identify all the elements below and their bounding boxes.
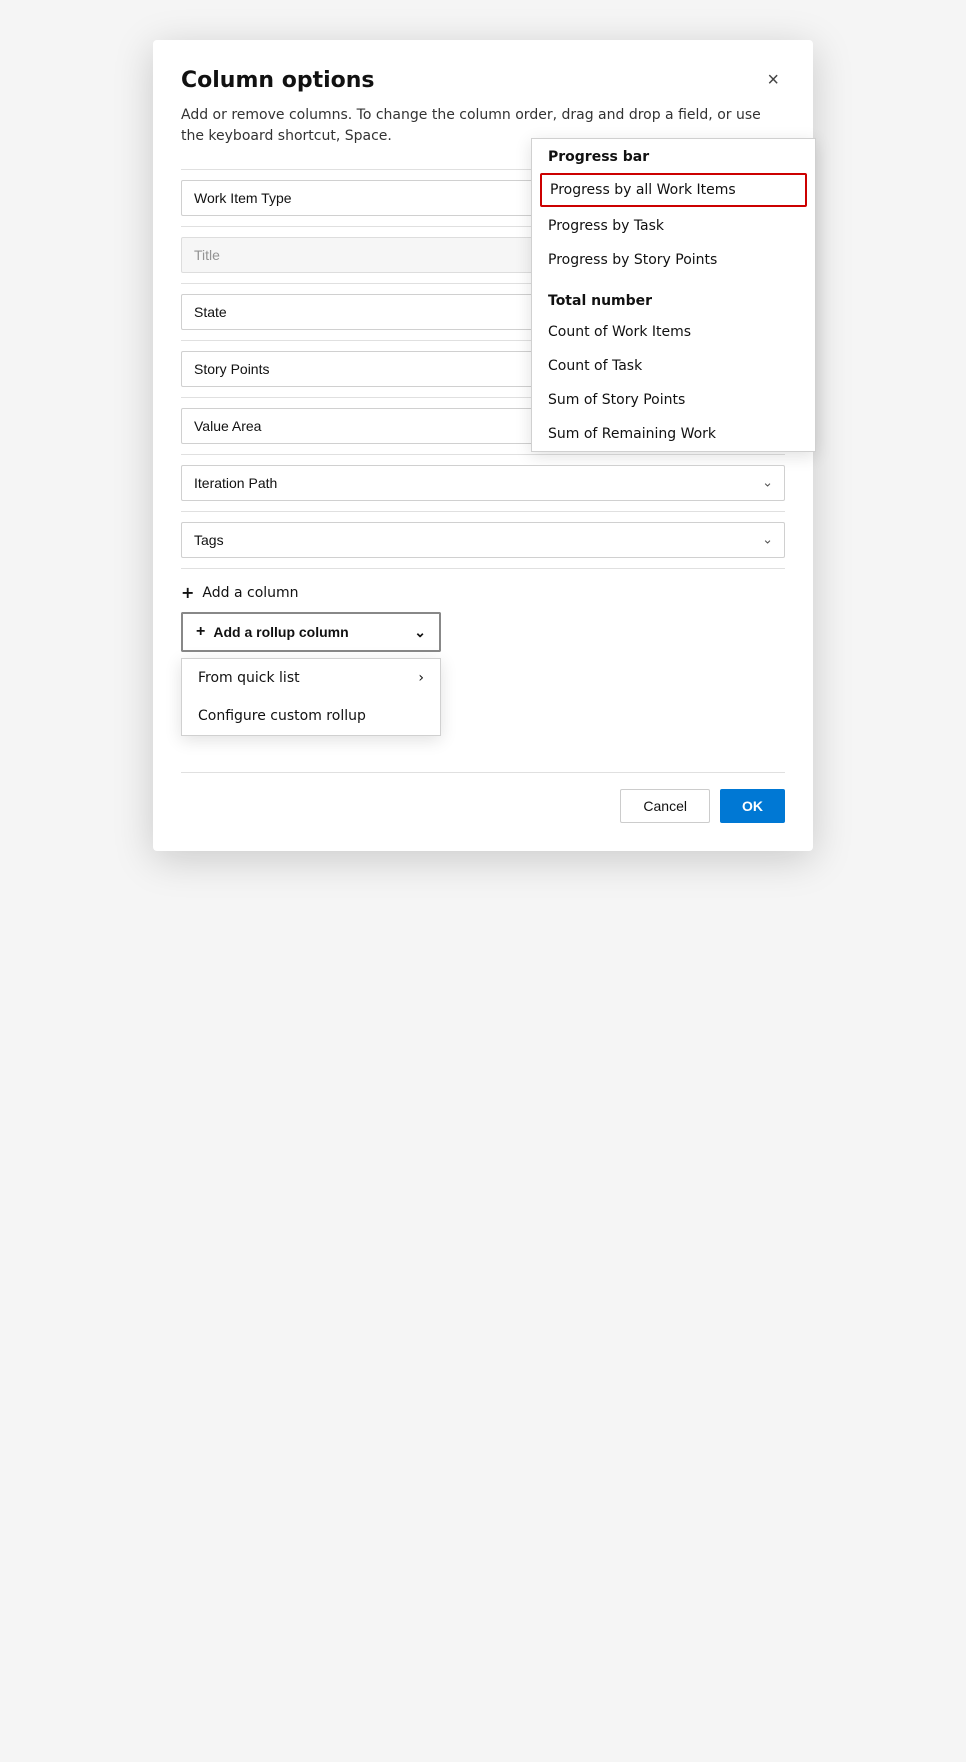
progress-bar-section-label: Progress bar — [532, 139, 815, 171]
dialog-header: Column options × — [181, 68, 785, 93]
dialog-title: Column options — [181, 68, 375, 93]
progress-by-all-work-items-option[interactable]: Progress by all Work Items — [540, 173, 807, 207]
arrow-right-icon: › — [418, 670, 424, 686]
iteration-path-select[interactable]: Iteration Path — [181, 465, 785, 501]
column-row: Tags ⌄ — [181, 512, 785, 569]
dialog-footer: Cancel OK — [181, 772, 785, 823]
configure-custom-rollup-option[interactable]: Configure custom rollup — [182, 697, 440, 735]
tags-select[interactable]: Tags — [181, 522, 785, 558]
close-button[interactable]: × — [761, 68, 785, 92]
chevron-down-icon: ⌄ — [414, 624, 426, 641]
column-row: Iteration Path ⌄ — [181, 455, 785, 512]
configure-custom-rollup-label: Configure custom rollup — [198, 708, 366, 724]
sum-of-remaining-work-option[interactable]: Sum of Remaining Work — [532, 417, 815, 451]
from-quick-list-option[interactable]: From quick list › — [182, 659, 440, 697]
add-column-button[interactable]: + Add a column — [181, 569, 785, 608]
rollup-dropdown: From quick list › Configure custom rollu… — [181, 658, 441, 736]
count-of-work-items-option[interactable]: Count of Work Items — [532, 315, 815, 349]
sum-of-story-points-option[interactable]: Sum of Story Points — [532, 383, 815, 417]
column-row: Value Area ⌄ Progress bar Progress by al… — [181, 398, 785, 455]
from-quick-list-label: From quick list — [198, 670, 300, 686]
count-of-task-option[interactable]: Count of Task — [532, 349, 815, 383]
add-rollup-column-button[interactable]: + Add a rollup column ⌄ — [181, 612, 441, 652]
columns-list: Work Item Type ⌄ ✕ Title ⌄ ⓘ State ⌄ — [181, 169, 785, 569]
progress-by-task-option[interactable]: Progress by Task — [532, 209, 815, 243]
rollup-section: + Add a rollup column ⌄ From quick list … — [181, 612, 785, 652]
progress-by-story-points-option[interactable]: Progress by Story Points — [532, 243, 815, 277]
progress-options-panel: Progress bar Progress by all Work Items … — [531, 138, 816, 452]
iteration-path-wrapper: Iteration Path ⌄ — [181, 465, 785, 501]
ok-button[interactable]: OK — [720, 789, 785, 823]
add-column-label: Add a column — [202, 585, 298, 601]
column-options-dialog: Column options × Add or remove columns. … — [153, 40, 813, 851]
cancel-button[interactable]: Cancel — [620, 789, 710, 823]
plus-icon: + — [196, 623, 205, 641]
rollup-button-label: Add a rollup column — [213, 624, 348, 640]
plus-icon: + — [181, 583, 194, 602]
tags-wrapper: Tags ⌄ — [181, 522, 785, 558]
total-number-section-label: Total number — [532, 283, 815, 315]
